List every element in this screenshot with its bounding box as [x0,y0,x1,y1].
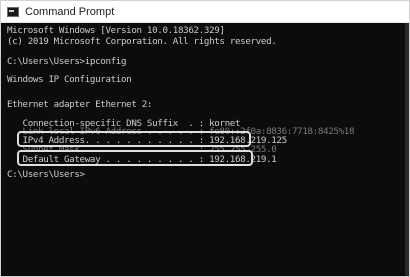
vertical-scrollbar[interactable] [405,23,409,276]
console-output[interactable]: Microsoft Windows [Version 10.0.18362.32… [1,23,409,276]
console-line-ip-config-header: Windows IP Configuration [7,74,132,85]
console-line-command: C:\Users\Users>ipconfig [7,56,127,67]
ipv4-highlight-box [17,131,251,147]
title-bar[interactable]: Command Prompt [1,1,409,23]
console-line-version: Microsoft Windows [Version 10.0.18362.32… [7,25,225,36]
console-line-copyright: (c) 2019 Microsoft Corporation. All righ… [7,36,277,47]
command-prompt-window: Command Prompt Microsoft Windows [Versio… [0,0,410,277]
cmd-icon [7,7,19,17]
window-title: Command Prompt [25,6,115,18]
gateway-highlight-box [17,150,253,166]
console-line-adapter: Ethernet adapter Ethernet 2: [7,99,153,110]
console-line-prompt[interactable]: C:\Users\Users> [7,169,85,180]
